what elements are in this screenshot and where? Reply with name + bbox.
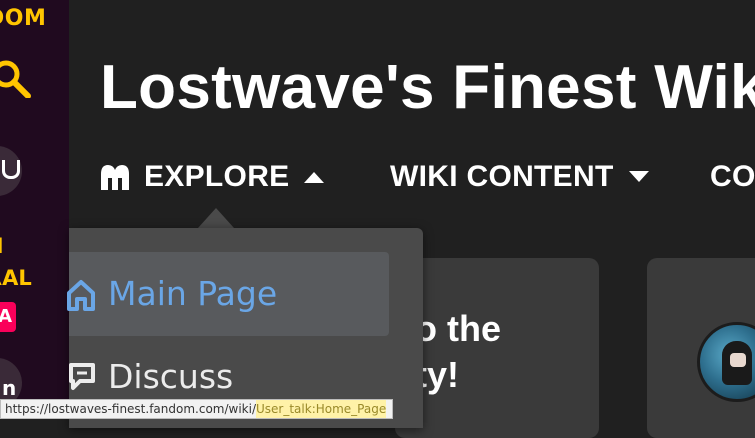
home-icon <box>67 280 95 311</box>
card-heading-line2: ty! <box>415 354 459 395</box>
search-icon[interactable] <box>0 58 34 98</box>
discuss-icon <box>69 363 95 390</box>
nav-explore-label: EXPLORE <box>144 160 290 193</box>
fan-central-line1: N <box>0 230 32 262</box>
wiki-title[interactable]: Lostwave's Finest Wiki <box>100 52 755 123</box>
dropdown-pointer <box>198 208 234 228</box>
nav-explore[interactable]: EXPLORE <box>98 160 325 194</box>
nav-community-label: CO <box>710 160 755 193</box>
status-url-highlight: User_talk:Home_Page <box>256 400 387 418</box>
dropdown-item-label[interactable]: Main Page <box>108 274 277 313</box>
chevron-up-icon <box>304 172 325 183</box>
avatar-face <box>730 353 746 367</box>
fan-central-link[interactable]: N RAL <box>0 230 32 294</box>
fandom-global-nav: DOM N RAL A n <box>0 0 69 419</box>
nav-wiki-content[interactable]: WIKI CONTENT <box>390 160 650 194</box>
nav-community[interactable]: CO <box>710 160 755 194</box>
status-url-prefix: https://lostwaves-finest.fandom.com/wiki… <box>5 402 256 416</box>
dropdown-item-discuss[interactable]: Discuss <box>108 357 233 396</box>
explore-icon <box>101 165 129 190</box>
fan-central-line2: RAL <box>0 266 32 290</box>
browser-status-bar: https://lostwaves-finest.fandom.com/wiki… <box>0 399 394 419</box>
card-heading: o the ty! <box>415 306 501 398</box>
chevron-down-icon <box>628 171 649 182</box>
user-icon <box>2 160 20 179</box>
beta-badge: A <box>0 302 16 332</box>
card-heading-line1: o the <box>415 308 501 349</box>
nav-wiki-content-label: WIKI CONTENT <box>390 160 614 193</box>
rail-circle-glyph: n <box>2 376 17 400</box>
fandom-logo[interactable]: DOM <box>0 6 46 31</box>
